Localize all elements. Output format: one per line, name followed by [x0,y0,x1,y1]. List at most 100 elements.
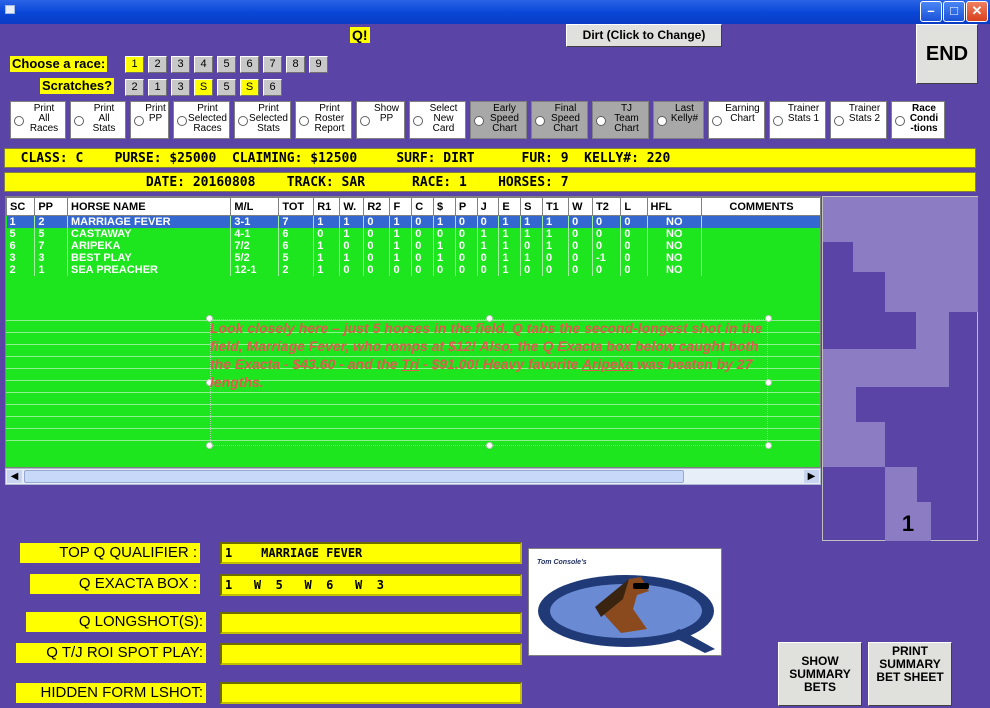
horizontal-scrollbar[interactable]: ◀ ▶ [5,468,821,485]
radio-icon[interactable] [773,116,783,126]
table-cell: CASTAWAY [67,228,232,240]
print-summary-button[interactable]: PRINT SUMMARY BET SHEET [868,642,952,706]
scratch-button[interactable]: 3 [171,79,190,96]
radio-icon[interactable] [74,116,84,126]
column-header[interactable]: M/L [230,197,280,216]
option-radio-14[interactable]: Trainer Stats 2 [830,101,887,139]
option-radio-0[interactable]: Print All Races [10,101,66,139]
option-radio-11[interactable]: Last Kelly# [653,101,704,139]
column-header[interactable]: W. [339,197,365,216]
radio-icon[interactable] [413,116,423,126]
radio-icon[interactable] [834,116,844,126]
radio-icon[interactable] [360,116,370,126]
column-header[interactable]: SC [6,197,36,216]
column-header[interactable]: PP [34,197,68,216]
column-header[interactable]: J [476,197,500,216]
handle-dot[interactable] [765,442,772,449]
scroll-left-icon[interactable]: ◀ [7,470,22,483]
end-button[interactable]: END [916,24,978,84]
scratch-button[interactable]: S [194,79,213,96]
race-button-1[interactable]: 1 [125,56,144,73]
surface-toggle-button[interactable]: Dirt (Click to Change) [566,24,722,47]
handle-dot[interactable] [206,442,213,449]
radio-icon[interactable] [177,116,187,126]
hidden-form-field[interactable] [220,682,522,704]
tj-field[interactable] [220,643,522,665]
column-header[interactable]: HORSE NAME [66,197,232,216]
radio-icon[interactable] [14,116,24,126]
scroll-right-icon[interactable]: ▶ [804,470,819,483]
table-cell [701,215,820,228]
race-button-8[interactable]: 8 [286,56,305,73]
option-radio-3[interactable]: Print Selected Races [173,101,230,139]
option-radio-15[interactable]: Race Condi -tions [891,101,945,139]
column-header[interactable]: E [498,197,522,216]
table-row[interactable]: 5 5 CASTAWAY 4-1 6 0 1 0 1 0 0 0 1 1 1 1 0 0 0 NO [6,228,820,240]
race-button-5[interactable]: 5 [217,56,236,73]
exacta-label: Q EXACTA BOX : [30,574,200,594]
scratch-button[interactable]: S [240,79,259,96]
table-cell: 0 [433,264,456,276]
radio-icon[interactable] [596,116,606,126]
scratch-button[interactable]: 5 [217,79,236,96]
radio-icon[interactable] [238,116,248,126]
race-button-4[interactable]: 4 [194,56,213,73]
race-button-2[interactable]: 2 [148,56,167,73]
race-button-7[interactable]: 7 [263,56,282,73]
table-row[interactable]: 6 7 ARIPEKA 7/2 6 1 0 0 1 0 1 0 1 1 0 1 0 0 0 NO [6,240,820,252]
column-header[interactable]: COMMENTS [700,197,820,216]
race-button-3[interactable]: 3 [171,56,190,73]
column-header[interactable]: $ [433,197,456,216]
option-radio-2[interactable]: Print PP [130,101,169,139]
column-header[interactable]: HFL [646,197,702,216]
top-q-field[interactable]: 1 MARRIAGE FEVER [220,542,522,564]
race-button-6[interactable]: 6 [240,56,259,73]
table-cell: 0 [620,264,648,276]
scroll-thumb[interactable] [24,470,684,483]
show-summary-bets-button[interactable]: SHOW SUMMARY BETS [778,642,862,706]
column-header[interactable]: R2 [363,197,391,216]
column-header[interactable]: R1 [313,197,341,216]
radio-icon[interactable] [134,116,144,126]
option-radio-8[interactable]: Early Speed Chart [470,101,527,139]
column-header[interactable]: W [568,197,594,216]
option-radio-1[interactable]: Print All Stats [70,101,126,139]
scratch-button[interactable]: 1 [148,79,167,96]
handle-dot[interactable] [486,442,493,449]
option-radio-10[interactable]: TJ Team Chart [592,101,649,139]
exacta-field[interactable]: 1 W 5 W 6 W 3 [220,574,522,596]
option-radio-13[interactable]: Trainer Stats 1 [769,101,826,139]
scratch-button[interactable]: 6 [263,79,282,96]
radio-icon[interactable] [535,116,545,126]
column-header[interactable]: TOT [278,197,315,216]
table-cell: 0 [568,228,594,240]
option-radio-9[interactable]: Final Speed Chart [531,101,588,139]
option-radio-6[interactable]: Show PP [356,101,405,139]
radio-icon[interactable] [895,116,905,126]
table-row[interactable]: 1 2 MARRIAGE FEVER 3-1 7 1 1 0 1 0 1 0 0 1 1 1 0 0 0 NO [6,215,820,228]
column-header[interactable]: L [620,197,648,216]
column-header[interactable]: T1 [541,197,570,216]
option-radio-5[interactable]: Print Roster Report [295,101,352,139]
radio-icon[interactable] [299,116,309,126]
column-header[interactable]: T2 [592,197,622,216]
option-radio-4[interactable]: Print Selected Stats [234,101,291,139]
table-cell: 5/2 [230,252,280,264]
column-header[interactable]: S [520,197,543,216]
scratch-button[interactable]: 2 [125,79,144,96]
table-row[interactable]: 2 1 SEA PREACHER 12-1 2 1 0 0 0 0 0 0 0 1 0 0 0 0 0 NO [6,264,820,276]
longshot-field[interactable] [220,612,522,634]
race-button-9[interactable]: 9 [309,56,328,73]
table-row[interactable]: 3 3 BEST PLAY 5/2 5 1 1 0 1 0 1 0 0 1 1 0 0 -1 0 NO [6,252,820,264]
radio-icon[interactable] [474,116,484,126]
option-radio-12[interactable]: Earning Chart [708,101,765,139]
column-header[interactable]: C [411,197,435,216]
option-radio-7[interactable]: Select New Card [409,101,466,139]
radio-icon[interactable] [657,116,667,126]
radio-icon[interactable] [712,116,722,126]
minimize-button[interactable]: – [920,1,942,22]
column-header[interactable]: P [454,197,478,216]
maximize-button[interactable]: □ [943,1,965,22]
close-button[interactable]: ✕ [966,1,988,22]
column-header[interactable]: F [389,197,413,216]
